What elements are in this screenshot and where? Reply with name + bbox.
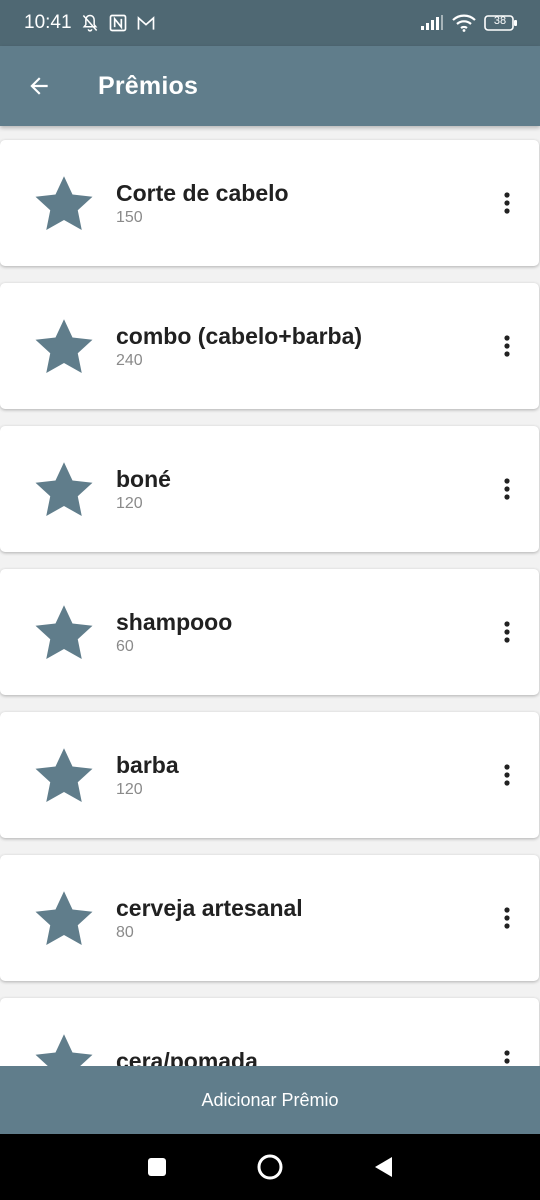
more-vert-icon <box>504 335 510 357</box>
reward-text: Corte de cabelo 150 <box>116 179 477 228</box>
reward-text: boné 120 <box>116 465 477 514</box>
star-icon <box>35 891 93 945</box>
star-icon-wrap <box>0 889 116 947</box>
status-right: 38 <box>420 14 518 32</box>
reward-points: 120 <box>116 780 143 798</box>
star-icon <box>35 319 93 373</box>
page-title: Prêmios <box>98 71 199 100</box>
app-bar: Prêmios <box>0 46 540 126</box>
reward-text: cerveja artesanal 80 <box>116 894 477 943</box>
rewards-list[interactable]: Corte de cabelo 150 combo (cabelo+barba)… <box>0 126 540 1066</box>
star-icon <box>35 462 93 516</box>
notifications-off-icon <box>80 13 100 33</box>
reward-name: barba <box>116 751 179 778</box>
star-icon <box>35 176 93 230</box>
status-left: 10:41 <box>24 12 156 34</box>
star-icon-wrap <box>0 603 116 661</box>
system-back-button[interactable] <box>359 1143 407 1191</box>
star-icon <box>35 605 93 659</box>
star-icon <box>35 748 93 802</box>
star-icon-wrap <box>0 746 116 804</box>
reward-text: shampooo 60 <box>116 608 477 657</box>
gmail-icon <box>136 14 156 32</box>
wifi-icon <box>452 14 476 32</box>
status-time: 10:41 <box>24 12 72 33</box>
more-options-button[interactable] <box>477 745 537 805</box>
reward-points: 150 <box>116 208 143 226</box>
more-options-button[interactable] <box>477 888 537 948</box>
reward-name: combo (cabelo+barba) <box>116 322 363 349</box>
add-reward-button[interactable]: Adicionar Prêmio <box>0 1066 540 1134</box>
more-options-button[interactable] <box>477 316 537 376</box>
more-vert-icon <box>504 764 510 786</box>
reward-card[interactable]: boné 120 <box>0 426 539 552</box>
back-triangle-icon <box>375 1157 393 1177</box>
reward-card[interactable]: cerveja artesanal 80 <box>0 855 539 981</box>
more-vert-icon <box>504 1050 510 1064</box>
more-options-button[interactable] <box>477 602 537 662</box>
status-bar: 10:41 38 <box>0 0 540 46</box>
more-options-button[interactable] <box>477 459 537 519</box>
reward-card[interactable]: barba 120 <box>0 712 539 838</box>
reward-points: 60 <box>116 637 134 655</box>
recents-square-icon <box>147 1158 166 1176</box>
reward-card[interactable]: combo (cabelo+barba) 240 <box>0 283 539 409</box>
reward-text: combo (cabelo+barba) 240 <box>116 322 477 371</box>
signal-icon <box>420 15 444 31</box>
star-icon-wrap <box>0 1032 116 1066</box>
star-icon-wrap <box>0 174 116 232</box>
star-icon-wrap <box>0 460 116 518</box>
star-icon <box>35 1034 93 1066</box>
battery-level: 38 <box>493 15 507 27</box>
star-icon-wrap <box>0 317 116 375</box>
home-circle-icon <box>257 1154 283 1180</box>
battery-icon: 38 <box>484 14 518 32</box>
reward-points: 120 <box>116 494 143 512</box>
reward-points: 240 <box>116 351 143 369</box>
reward-card[interactable]: shampooo 60 <box>0 569 539 695</box>
reward-name: boné <box>116 465 171 492</box>
more-vert-icon <box>504 192 510 214</box>
more-vert-icon <box>504 478 510 500</box>
reward-text: cera/pomada <box>116 1047 477 1067</box>
more-vert-icon <box>504 907 510 929</box>
reward-name: Corte de cabelo <box>116 179 289 206</box>
nfc-icon <box>108 13 128 33</box>
arrow-back-icon <box>30 77 48 95</box>
system-nav-bar <box>0 1134 540 1200</box>
reward-name: shampooo <box>116 608 233 635</box>
reward-card[interactable]: Corte de cabelo 150 <box>0 140 539 266</box>
recents-button[interactable] <box>133 1143 181 1191</box>
reward-points: 80 <box>116 923 134 941</box>
reward-name: cera/pomada <box>116 1047 258 1067</box>
home-button[interactable] <box>246 1143 294 1191</box>
back-button[interactable] <box>0 46 78 126</box>
more-options-button[interactable] <box>477 1031 537 1066</box>
reward-name: cerveja artesanal <box>116 894 303 921</box>
reward-text: barba 120 <box>116 751 477 800</box>
reward-card[interactable]: cera/pomada <box>0 998 539 1066</box>
more-vert-icon <box>504 621 510 643</box>
more-options-button[interactable] <box>477 173 537 233</box>
